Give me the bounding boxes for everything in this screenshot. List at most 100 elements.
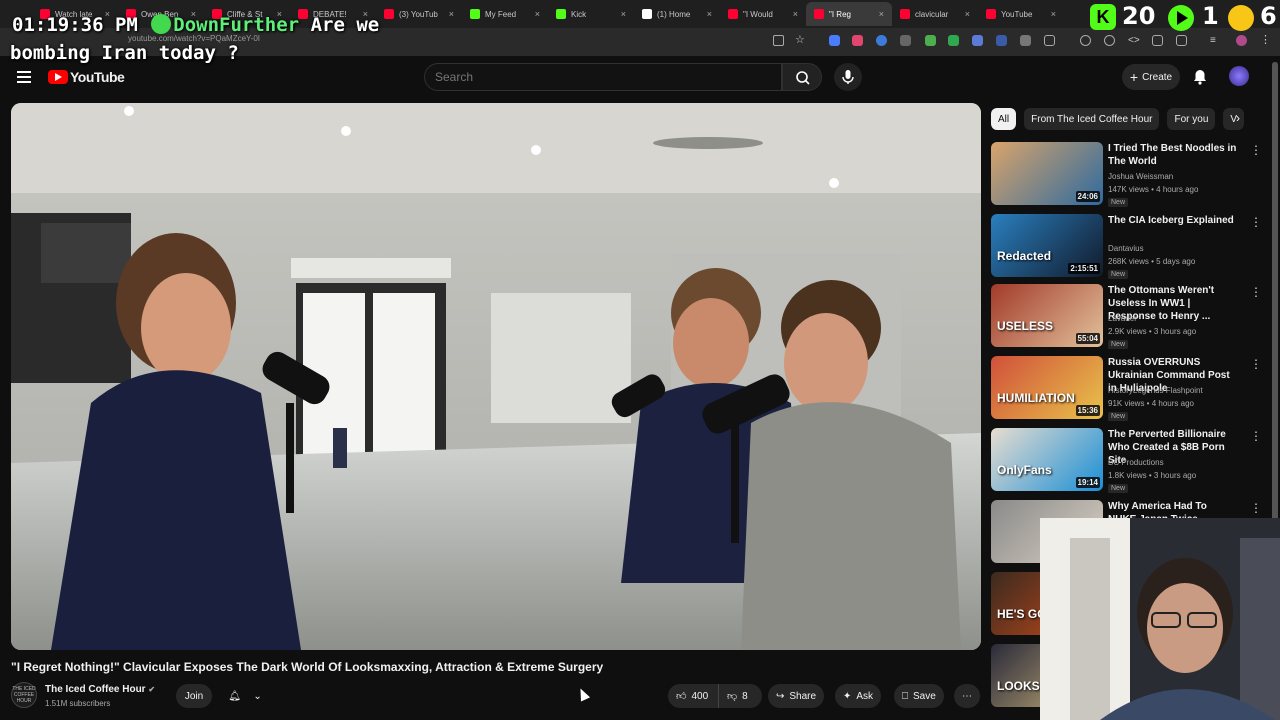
voice-search-button[interactable] <box>834 63 862 91</box>
thumbs-up-icon: 👍︎ <box>676 691 687 702</box>
filter-chip[interactable]: From The Iced Coffee Hour <box>1024 108 1160 130</box>
tab-title: My Feed <box>485 9 517 19</box>
subscribe-notification-button[interactable]: 🔔︎ ⌄ <box>222 684 268 708</box>
save-button[interactable]: ⎕ Save <box>894 684 944 708</box>
history-icon[interactable] <box>1080 35 1091 46</box>
new-badge: New <box>1108 340 1129 349</box>
join-button[interactable]: Join <box>176 684 212 708</box>
tab-close-icon[interactable]: × <box>535 9 540 19</box>
sidebar-icon[interactable] <box>1152 35 1163 46</box>
reading-list-icon[interactable]: ≡ <box>1210 35 1221 46</box>
browser-tab[interactable]: "I Reg × <box>806 2 892 26</box>
tab-close-icon[interactable]: × <box>793 9 798 19</box>
browser-tab[interactable]: YouTube × <box>978 2 1064 26</box>
bookmark-icon: ⎕ <box>902 690 908 702</box>
chevron-right-icon[interactable]: › <box>1236 111 1252 127</box>
account-avatar[interactable] <box>1229 66 1249 86</box>
youtube-logo-text[interactable]: YouTube <box>70 69 125 85</box>
search-button[interactable] <box>782 63 822 91</box>
video-thumbnail[interactable]: HUMILIATION 15:36 <box>991 356 1103 419</box>
tab-close-icon[interactable]: × <box>965 9 970 19</box>
browser-tab[interactable]: (3) YouTub × <box>376 2 462 26</box>
notifications-bell-icon[interactable] <box>1193 69 1207 85</box>
tab-favicon-icon <box>642 9 652 19</box>
recommended-channel[interactable]: Lavader <box>1108 314 1137 323</box>
channel-avatar[interactable]: THE ICED COFFEE HOUR <box>11 682 37 708</box>
video-player[interactable] <box>11 103 981 650</box>
recommended-video[interactable]: USELESS 55:04 The Ottomans Weren't Useless… <box>991 284 1262 350</box>
search-input[interactable] <box>424 63 782 91</box>
devtools-icon[interactable]: <> <box>1128 35 1140 46</box>
mouse-cursor <box>575 686 591 702</box>
hamburger-menu-icon[interactable] <box>17 71 31 83</box>
video-thumbnail[interactable]: OnlyFans 19:14 <box>991 428 1103 491</box>
ask-button[interactable]: ✦ Ask <box>835 684 882 708</box>
more-options-icon[interactable]: ⋮ <box>1250 358 1262 370</box>
video-thumbnail[interactable]: USELESS 55:04 <box>991 284 1103 347</box>
more-actions-button[interactable]: ⋯ <box>954 684 980 708</box>
extension-icon[interactable] <box>900 35 911 46</box>
sunglasses-emoji-icon <box>1228 5 1254 31</box>
recommended-channel[interactable]: BC Productions <box>1108 458 1164 467</box>
recommended-channel[interactable]: HistoryLegends Flashpoint <box>1108 386 1203 395</box>
filter-chip[interactable]: For you <box>1167 108 1216 130</box>
filter-chips: All From The Iced Coffee Hour For you V <box>991 108 1245 130</box>
filter-chip[interactable]: All <box>991 108 1017 130</box>
more-options-icon[interactable]: ⋮ <box>1250 144 1262 156</box>
extension-icon[interactable] <box>829 35 840 46</box>
browser-tab[interactable]: My Feed × <box>462 2 548 26</box>
extension-icon[interactable] <box>925 35 936 46</box>
tab-close-icon[interactable]: × <box>879 9 884 19</box>
more-options-icon[interactable]: ⋮ <box>1250 216 1262 228</box>
recommended-channel[interactable]: Joshua Weissman <box>1108 172 1173 181</box>
like-button[interactable]: 👍︎ 400 <box>668 684 718 708</box>
recommended-video[interactable]: 24:06 I Tried The Best Noodles in The Wor… <box>991 142 1262 208</box>
tab-close-icon[interactable]: × <box>449 9 454 19</box>
dislike-button[interactable]: 👎︎ 8 <box>718 684 762 708</box>
verified-check-icon: ✔ <box>148 685 156 694</box>
more-options-icon[interactable]: ⋮ <box>1250 430 1262 442</box>
recommended-title[interactable]: I Tried The Best Noodles in The World <box>1108 142 1238 168</box>
browser-tab[interactable]: (1) Home × <box>634 2 720 26</box>
recommended-video[interactable]: OnlyFans 19:14 The Perverted Billionaire W… <box>991 428 1262 494</box>
extension-icon[interactable] <box>1020 35 1031 46</box>
thumbnail-text: Redacted <box>997 249 1052 263</box>
bookmark-star-icon[interactable]: ☆ <box>795 35 806 46</box>
profile-avatar-icon[interactable] <box>1236 35 1247 46</box>
tab-favicon-icon <box>814 9 824 19</box>
extension-icon[interactable] <box>876 35 887 46</box>
sync-icon[interactable] <box>1104 35 1115 46</box>
overlay-clock: 01:19:36 PM <box>12 14 138 36</box>
tab-close-icon[interactable]: × <box>621 9 626 19</box>
extensions-puzzle-icon[interactable] <box>1044 35 1055 46</box>
scrollbar-thumb[interactable] <box>1272 62 1278 582</box>
channel-name[interactable]: The Iced Coffee Hour ✔ <box>45 684 155 695</box>
recommended-video[interactable]: HUMILIATION 15:36 Russia OVERRUNS Ukrainia… <box>991 356 1262 422</box>
recommended-channel[interactable]: Dantavius <box>1108 244 1144 253</box>
browser-menu-icon[interactable]: ⋮ <box>1260 35 1271 46</box>
downloads-icon[interactable] <box>1176 35 1187 46</box>
tab-close-icon[interactable]: × <box>707 9 712 19</box>
recommended-video[interactable]: Redacted 2:15:51 The CIA Iceberg Explained… <box>991 214 1262 280</box>
video-thumbnail[interactable]: 24:06 <box>991 142 1103 205</box>
video-thumbnail[interactable]: Redacted 2:15:51 <box>991 214 1103 277</box>
extension-icon[interactable] <box>852 35 863 46</box>
browser-tab[interactable]: "I Would × <box>720 2 806 26</box>
more-options-icon[interactable]: ⋮ <box>1250 502 1262 514</box>
recommended-title[interactable]: The CIA Iceberg Explained <box>1108 214 1238 227</box>
install-icon[interactable] <box>773 35 784 46</box>
tab-close-icon[interactable]: × <box>1051 9 1056 19</box>
more-options-icon[interactable]: ⋮ <box>1250 286 1262 298</box>
webcam-frame <box>1040 518 1280 720</box>
browser-tab[interactable]: Kick × <box>548 2 634 26</box>
browser-tab[interactable]: clavicular × <box>892 2 978 26</box>
create-button[interactable]: + Create <box>1122 64 1180 90</box>
extension-icon[interactable] <box>948 35 959 46</box>
video-duration: 19:14 <box>1075 477 1100 488</box>
tab-title: (3) YouTub <box>399 9 438 19</box>
extension-icon[interactable] <box>972 35 983 46</box>
tab-favicon-icon <box>986 9 996 19</box>
youtube-logo-icon[interactable] <box>48 70 68 84</box>
extension-icon[interactable] <box>996 35 1007 46</box>
share-button[interactable]: ↪ Share <box>768 684 825 708</box>
